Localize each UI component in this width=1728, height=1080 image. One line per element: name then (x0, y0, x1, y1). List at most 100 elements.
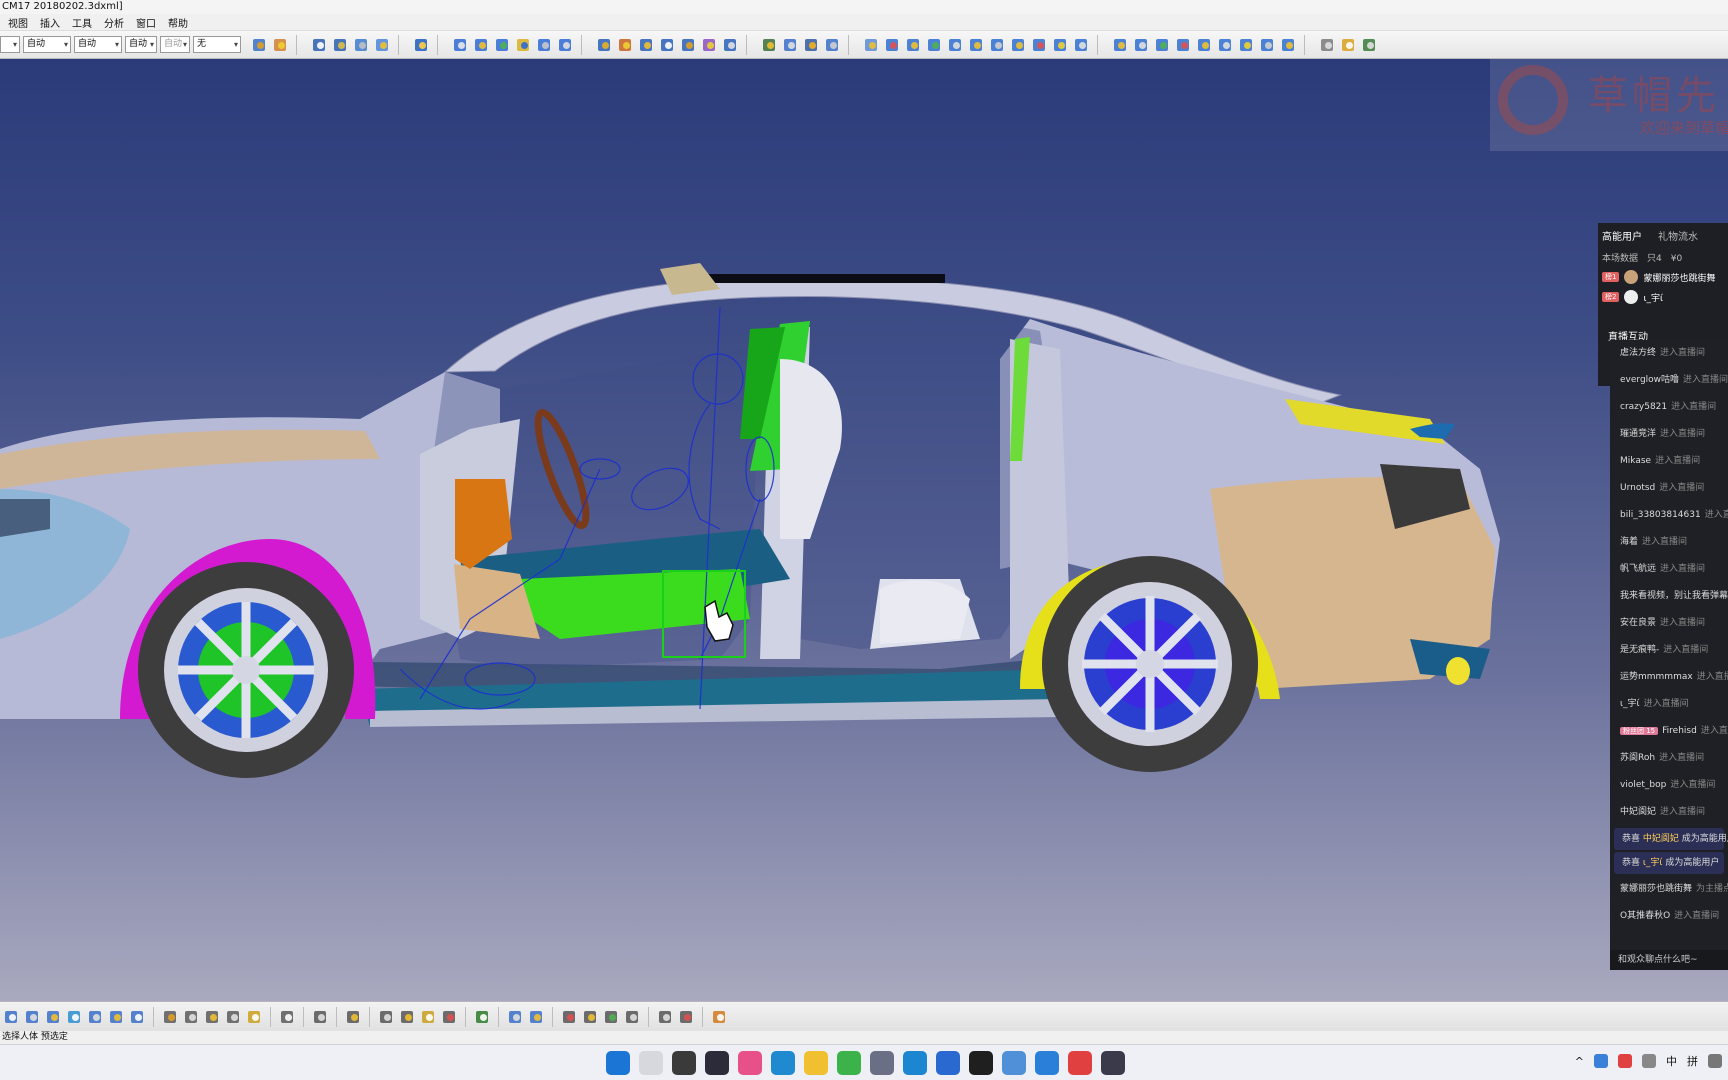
existing-component-icon[interactable] (823, 36, 841, 54)
knowledge-icon[interactable] (1360, 36, 1378, 54)
zoom-in-icon[interactable] (2, 1008, 20, 1026)
compass-icon[interactable] (1318, 36, 1336, 54)
render-icon[interactable] (581, 1008, 599, 1026)
edge-browser-icon[interactable] (771, 1051, 795, 1075)
explode-icon[interactable] (904, 36, 922, 54)
offset-icon[interactable] (988, 36, 1006, 54)
combo-line-type[interactable]: 自动 (74, 36, 122, 53)
new-part-icon[interactable] (802, 36, 820, 54)
menu-window[interactable]: 窗口 (136, 15, 156, 30)
extract-icon[interactable] (679, 36, 697, 54)
bilibili-icon[interactable] (738, 1051, 762, 1075)
tiktok-icon[interactable] (969, 1051, 993, 1075)
shading-icon[interactable] (86, 1008, 104, 1026)
print-icon[interactable] (344, 1008, 362, 1026)
trim-icon[interactable] (637, 36, 655, 54)
tolerance-icon[interactable] (182, 1008, 200, 1026)
boundary-icon[interactable] (658, 36, 676, 54)
annotation-icon[interactable] (1216, 36, 1234, 54)
section-icon[interactable] (1153, 36, 1171, 54)
contact-icon[interactable] (967, 36, 985, 54)
circle-icon[interactable] (493, 36, 511, 54)
fillet-icon[interactable] (700, 36, 718, 54)
surface-display-icon[interactable] (527, 1008, 545, 1026)
menu-view[interactable]: 视图 (8, 15, 28, 30)
measure-inertia-icon[interactable] (1132, 36, 1150, 54)
menu-tools[interactable]: 工具 (72, 15, 92, 30)
plane-display-icon[interactable] (506, 1008, 524, 1026)
texture-icon[interactable] (602, 1008, 620, 1026)
point-create-icon[interactable] (451, 36, 469, 54)
menu-insert[interactable]: 插入 (40, 15, 60, 30)
select-icon[interactable] (1339, 36, 1357, 54)
combo-color[interactable]: 自动 (23, 36, 71, 53)
mail-icon[interactable] (936, 1051, 960, 1075)
translate-icon[interactable] (721, 36, 739, 54)
refresh-icon[interactable] (473, 1008, 491, 1026)
measure-item-icon[interactable] (398, 1008, 416, 1026)
point-icon[interactable] (352, 36, 370, 54)
measure-icon[interactable] (1111, 36, 1129, 54)
grid-icon[interactable] (1279, 36, 1297, 54)
swap-visible-icon[interactable] (128, 1008, 146, 1026)
menu-help[interactable]: 帮助 (168, 15, 188, 30)
chat-list[interactable]: 虐法方终 进入直播间 everglow咕噜 进入直播间 crazy5821 进入直播间… (1610, 340, 1728, 970)
3d-viewport[interactable]: 草帽先 欢迎来到草帽 (0, 59, 1728, 1001)
fix-icon[interactable] (1030, 36, 1048, 54)
extrude-surface-icon[interactable] (514, 36, 532, 54)
sketch-positioned-icon[interactable] (331, 36, 349, 54)
sketcher-icon[interactable] (310, 36, 328, 54)
dimension-icon[interactable] (161, 1008, 179, 1026)
sweep-icon[interactable] (556, 36, 574, 54)
split-icon[interactable] (616, 36, 634, 54)
top-user-row[interactable]: 榜1 蒙娜丽莎也跳街舞 (1598, 267, 1728, 287)
tab-high-energy-users[interactable]: 高能用户 (1602, 228, 1642, 243)
new-component-icon[interactable] (760, 36, 778, 54)
wechat-icon[interactable] (837, 1051, 861, 1075)
iso-view-icon[interactable] (65, 1008, 83, 1026)
pdf-reader-icon[interactable] (1068, 1051, 1092, 1075)
top-user-row[interactable]: 榜2 ι_宇ί (1598, 287, 1728, 307)
manipulate-icon[interactable] (862, 36, 880, 54)
file-explorer-icon[interactable] (804, 1051, 828, 1075)
combo-layer[interactable]: 无 (193, 36, 241, 53)
sectioning-icon[interactable] (1195, 36, 1213, 54)
datum-icon[interactable] (203, 1008, 221, 1026)
normal-view-icon[interactable] (44, 1008, 62, 1026)
coincidence-icon[interactable] (946, 36, 964, 54)
combo-line-weight[interactable]: 自动 (125, 36, 157, 53)
camera-icon[interactable] (311, 1008, 329, 1026)
combo-partial[interactable] (0, 36, 20, 53)
fix-together-icon[interactable] (1051, 36, 1069, 54)
messenger-icon[interactable] (1035, 1051, 1059, 1075)
light-icon[interactable] (623, 1008, 641, 1026)
chevron-up-icon[interactable]: ^ (1575, 1055, 1584, 1068)
annotation-flag-icon[interactable] (245, 1008, 263, 1026)
zoom-out-icon[interactable] (23, 1008, 41, 1026)
clash-icon[interactable] (925, 36, 943, 54)
recorder-icon[interactable] (1101, 1051, 1125, 1075)
app-3d-icon[interactable] (705, 1051, 729, 1075)
axis-icon[interactable] (224, 1008, 242, 1026)
search-icon[interactable] (639, 1051, 663, 1075)
folder-icon[interactable] (870, 1051, 894, 1075)
menu-analyze[interactable]: 分析 (104, 15, 124, 30)
pinyin-label[interactable]: 拼 (1687, 1053, 1698, 1069)
clash-check-icon[interactable] (440, 1008, 458, 1026)
combo-point-style[interactable]: 自动 (160, 36, 190, 53)
revolve-surface-icon[interactable] (535, 36, 553, 54)
ungroup-icon[interactable] (677, 1008, 695, 1026)
spline-icon[interactable] (472, 36, 490, 54)
chat-input[interactable]: 和观众聊点什么吧~ (1610, 950, 1728, 970)
tab-gift-flow[interactable]: 礼物流水 (1658, 228, 1698, 243)
hide-show-icon[interactable] (107, 1008, 125, 1026)
snap-icon[interactable] (883, 36, 901, 54)
plane-icon[interactable] (412, 36, 430, 54)
catia-icon[interactable] (1002, 1051, 1026, 1075)
distance-icon[interactable] (1174, 36, 1192, 54)
line-icon[interactable] (373, 36, 391, 54)
notification-icon[interactable] (1708, 1054, 1722, 1068)
material-icon[interactable] (560, 1008, 578, 1026)
network-icon[interactable] (1594, 1054, 1608, 1068)
catalog-icon[interactable] (1258, 36, 1276, 54)
